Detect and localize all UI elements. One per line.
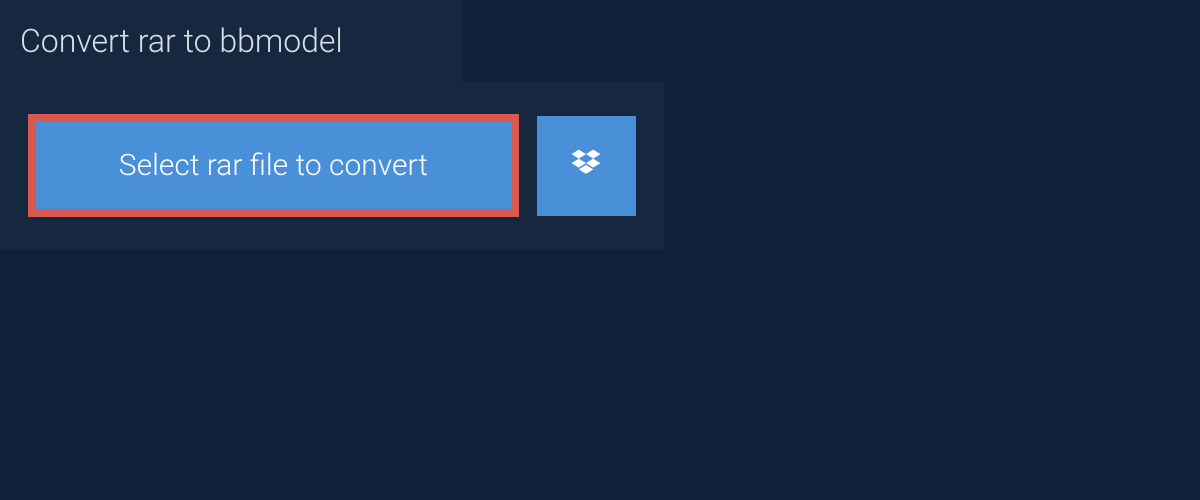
upload-panel: Select rar file to convert — [0, 82, 664, 249]
page-title: Convert rar to bbmodel — [20, 22, 434, 60]
dropbox-button[interactable] — [537, 116, 636, 216]
header-tab: Convert rar to bbmodel — [0, 0, 462, 82]
select-file-button[interactable]: Select rar file to convert — [28, 114, 519, 217]
dropbox-icon — [568, 146, 604, 185]
